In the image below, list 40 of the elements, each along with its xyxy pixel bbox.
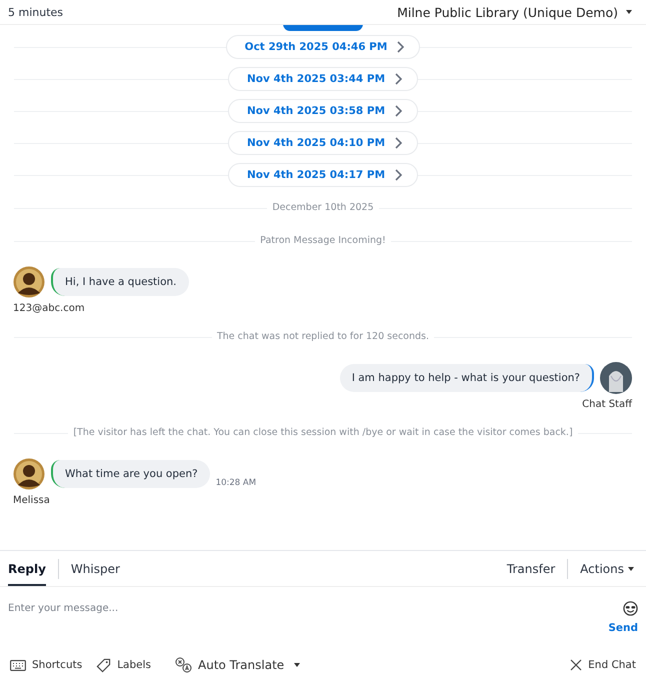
tab[interactable]: Whisper: [70, 551, 120, 586]
chevron-icon: [395, 169, 404, 181]
chevron-icon: [395, 105, 404, 117]
session-link[interactable]: Oct 29th 2025 04:46 PM: [226, 35, 420, 59]
duration-text: 5 minutes: [8, 6, 64, 18]
chevron-icon: [395, 137, 404, 149]
end-chat-button[interactable]: End Chat: [570, 659, 636, 671]
avatar-icon: [600, 362, 632, 394]
avatar-icon: [13, 458, 45, 490]
sender-name: Melissa: [13, 495, 50, 506]
tab[interactable]: Reply: [8, 551, 46, 586]
library-dropdown[interactable]: Milne Public Library (Unique Demo): [397, 4, 632, 20]
close-icon: [570, 659, 582, 671]
keyboard-icon: [10, 660, 26, 670]
system-notice: The chat was not replied to for 120 seconds.: [212, 331, 434, 342]
chevron-icon: [395, 73, 404, 85]
system-notice: December 10th 2025: [267, 202, 379, 213]
message-time: 10:28 AM: [216, 478, 256, 488]
labels-button[interactable]: Labels: [96, 658, 151, 672]
message-bubble: I am happy to help - what is your question?: [340, 364, 594, 392]
translate-icon: [175, 657, 192, 673]
system-notice: [The visitor has left the chat. You can close this session with /bye or wait in case the visitor comes back.]: [68, 427, 578, 438]
tag-icon: [96, 658, 112, 672]
send-button[interactable]: Send: [608, 622, 638, 634]
avatar-icon: [13, 266, 45, 298]
message-bubble: Hi, I have a question.: [51, 268, 188, 296]
session-link[interactable]: Nov 4th 2025 04:17 PM: [228, 163, 418, 187]
actions-dropdown[interactable]: Actions: [580, 551, 634, 586]
emoji-icon[interactable]: [623, 601, 638, 616]
chevron-icon: [397, 41, 406, 53]
transfer-button[interactable]: Transfer: [506, 551, 556, 586]
message-bubble: What time are you open?: [51, 460, 210, 488]
session-link[interactable]: Nov 4th 2025 03:58 PM: [228, 99, 418, 123]
sender-name: 123@abc.com: [13, 303, 85, 314]
shortcuts-button[interactable]: Shortcuts: [10, 659, 82, 671]
session-link[interactable]: Nov 4th 2025 04:10 PM: [228, 131, 418, 155]
session-link[interactable]: Nov 4th 2025 03:44 PM: [228, 67, 418, 91]
sender-name: Chat Staff: [582, 399, 632, 410]
system-notice: Patron Message Incoming!: [255, 235, 391, 246]
auto-translate-dropdown[interactable]: Auto Translate: [175, 657, 300, 673]
